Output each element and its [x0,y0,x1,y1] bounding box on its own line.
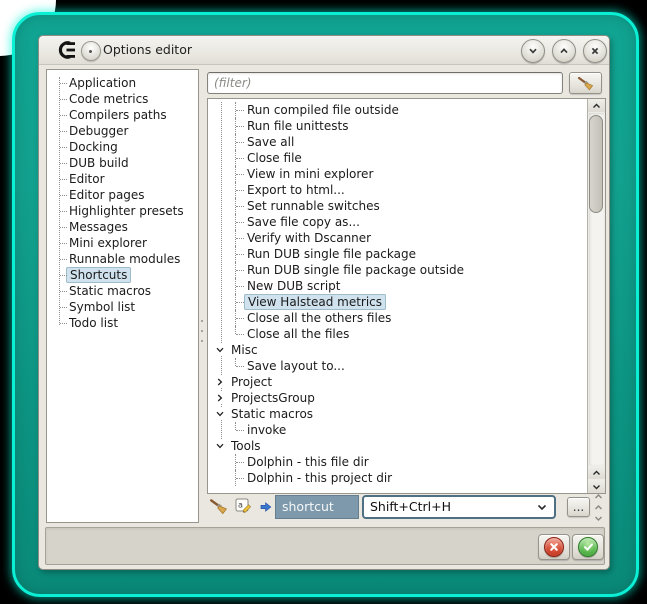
tree-scrollbar[interactable] [587,99,605,493]
window-menu-button[interactable] [81,41,101,61]
shortcut-tree-row[interactable]: Run DUB single file package [209,246,587,262]
shortcut-tree-row[interactable]: View Halstead metrics [209,294,587,310]
chevron-down-icon[interactable] [214,344,226,356]
property-name-cell[interactable]: shortcut [275,495,359,519]
shortcut-tree-row[interactable]: Save file copy as... [209,214,587,230]
sidebar-item[interactable]: Messages [47,219,198,235]
chevron-down-icon [592,483,601,491]
shortcut-tree-rows: Run compiled file outside Run file unitt… [209,102,587,492]
arrow-right-icon [260,501,272,513]
window-title: Options editor [103,36,192,64]
scroll-up-button-2[interactable] [588,466,605,479]
sidebar-item[interactable]: Shortcuts [47,267,198,283]
shortcut-tree-row[interactable]: Save all [209,134,587,150]
titlebar[interactable]: Options editor [39,36,609,65]
property-name: shortcut [282,499,334,514]
chevron-up-icon[interactable] [593,502,604,513]
sidebar-item[interactable]: Highlighter presets [47,203,198,219]
edit-shortcut-button[interactable]: a [235,497,252,514]
broom-icon [577,75,594,91]
chevron-down-icon[interactable] [214,408,226,420]
shortcut-tree-row[interactable]: Close all the others files [209,310,587,326]
minimize-button[interactable] [521,39,545,63]
shortcut-tree-row[interactable]: New DUB script [209,278,587,294]
sidebar-tree: ApplicationCode metricsCompilers pathsDe… [47,70,198,522]
cancel-button[interactable] [538,534,570,560]
scrollbar-thumb[interactable] [589,115,603,213]
shortcut-value-combobox[interactable]: Shift+Ctrl+H [362,495,556,519]
edit-text-icon: a [235,497,252,514]
coedit-logo-icon [55,40,77,60]
splitter-handle[interactable] [199,320,204,342]
sidebar-item[interactable]: Compilers paths [47,107,198,123]
chevron-right-icon[interactable] [214,392,226,404]
cancel-icon [544,537,564,557]
shortcut-tree-row[interactable]: Export to html... [209,182,587,198]
shortcut-tree-row[interactable]: Close all the files [209,326,587,342]
shortcut-tree-row[interactable]: Tools [209,438,587,454]
chevron-up-icon [592,469,601,477]
sidebar-item[interactable]: Static macros [47,283,198,299]
scroll-up-button[interactable] [588,99,605,112]
property-grid-scroll[interactable] [591,491,605,524]
chevron-up-icon [557,44,571,58]
close-icon [588,44,602,58]
sidebar-item[interactable]: Editor pages [47,187,198,203]
sidebar-item[interactable]: Runnable modules [47,251,198,267]
shortcut-tree-row[interactable]: Misc [209,342,587,358]
shortcut-tree-row[interactable]: Run compiled file outside [209,102,587,118]
chevron-down-icon[interactable] [214,440,226,452]
shortcut-tree-row[interactable]: Run file unittests [209,118,587,134]
shortcut-tree-row[interactable]: Dolphin - this file dir [209,454,587,470]
chevron-up-icon [592,102,601,110]
status-bar [45,527,605,565]
chevron-right-icon[interactable] [214,376,226,388]
shortcut-value: Shift+Ctrl+H [370,499,451,514]
clear-filter-button[interactable] [569,72,602,94]
shortcut-tree-panel: Run compiled file outside Run file unitt… [207,98,606,494]
shortcut-tree-row[interactable]: Run DUB single file package outside [209,262,587,278]
broom-icon [209,497,228,515]
ok-icon [578,537,598,557]
maximize-button[interactable] [552,39,576,63]
sidebar-item[interactable]: Application [47,75,198,91]
sidebar-item[interactable]: Code metrics [47,91,198,107]
shortcut-tree-row[interactable]: Close file [209,150,587,166]
chevron-down-icon[interactable] [535,499,549,521]
sidebar-item[interactable]: Symbol list [47,299,198,315]
sidebar-item[interactable]: Mini explorer [47,235,198,251]
chevron-down-icon[interactable] [593,513,604,524]
more-button[interactable]: ... [567,497,590,517]
sidebar-item[interactable]: Docking [47,139,198,155]
svg-text:a: a [238,501,243,510]
sidebar-item[interactable]: Editor [47,171,198,187]
chevron-down-icon [526,44,540,58]
shortcut-tree-row[interactable]: Project [209,374,587,390]
shortcut-tree-row[interactable]: Set runnable switches [209,198,587,214]
shortcut-tree-row[interactable]: invoke [209,422,587,438]
category-panel: ApplicationCode metricsCompilers pathsDe… [46,69,199,523]
options-editor-window: Options editor ApplicationCode metricsCo… [38,35,610,570]
filter-input[interactable] [207,72,563,94]
shortcut-tree-row[interactable]: Verify with Dscanner [209,230,587,246]
accept-button[interactable] [572,534,604,560]
shortcut-tree-row[interactable]: Static macros [209,406,587,422]
sidebar-item[interactable]: DUB build [47,155,198,171]
close-button[interactable] [583,39,607,63]
more-button-label: ... [573,502,584,512]
shortcut-tree-row[interactable]: Dolphin - this project dir [209,470,587,486]
shortcut-tree-row[interactable]: View in mini explorer [209,166,587,182]
clear-shortcut-button[interactable] [209,496,228,515]
sidebar-item[interactable]: Debugger [47,123,198,139]
sidebar-item[interactable]: Todo list [47,315,198,331]
chevron-up-icon[interactable] [593,491,604,502]
shortcut-tree-row[interactable]: ProjectsGroup [209,390,587,406]
window-menu-icon [89,50,92,53]
shortcut-tree-row[interactable]: Save layout to... [209,358,587,374]
